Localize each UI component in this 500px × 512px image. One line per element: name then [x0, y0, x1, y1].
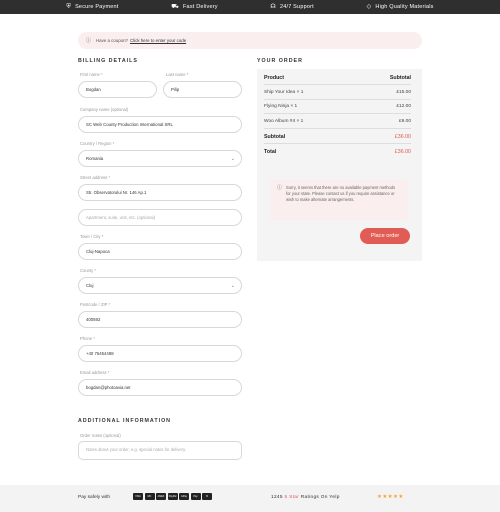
company-field[interactable]: SC Web County Production International S…	[78, 116, 242, 133]
item-name: Ship Your Idea × 1	[264, 90, 304, 95]
city-field[interactable]: Cluj-Napoca	[78, 243, 242, 260]
ratings-text: 1245 5 Star Ratings On Yelp	[271, 495, 340, 500]
divider	[264, 84, 411, 85]
coupon-link[interactable]: Click here to enter your code	[130, 38, 186, 43]
feature-secure-payment: ⛨ Secure Payment	[66, 4, 118, 10]
feature-label: High Quality Materials	[375, 4, 434, 10]
feature-fast-delivery: ⛟ Fast Delivery	[171, 4, 217, 10]
feature-label: Secure Payment	[75, 4, 119, 10]
gpay-icon: GPay	[179, 493, 189, 500]
your-order-title: YOUR ORDER	[257, 58, 303, 64]
item-name: Flying Ninja × 1	[264, 104, 298, 109]
pay-safely-text: Pay safely with	[78, 495, 110, 500]
first-name-field[interactable]: Bogdan	[78, 81, 157, 98]
city-label: Town / City *	[80, 234, 104, 239]
coupon-text: Have a coupon?	[96, 38, 128, 43]
info-icon: ⓘ	[86, 38, 92, 44]
country-value: Romania	[86, 156, 104, 161]
top-features-bar: ⛨ Secure Payment ⛟ Fast Delivery ☊ 24/7 …	[0, 0, 500, 14]
col-subtotal: Subtotal	[389, 75, 411, 81]
footer: Pay safely with VISA MC AMEX PayPal GPay…	[0, 485, 500, 512]
subtotal-value: £36.00	[394, 134, 411, 140]
email-field[interactable]: bogdan@photoavia.net	[78, 379, 242, 396]
order-item: Ship Your Idea × 1 £15.00	[264, 90, 411, 95]
place-order-button[interactable]: Place order	[360, 228, 410, 244]
visa-icon: VISA	[133, 493, 143, 500]
total-row: Total £36.00	[264, 149, 411, 155]
last-name-field[interactable]: Pilip	[163, 81, 242, 98]
feature-label: 24/7 Support	[279, 4, 314, 10]
county-label: County *	[80, 268, 97, 273]
payment-notice-text: Sorry, it seems that there are no availa…	[286, 185, 396, 203]
feature-label: Fast Delivery	[183, 4, 218, 10]
item-price: £9.00	[398, 119, 411, 124]
subtotal-row: Subtotal £36.00	[264, 134, 411, 140]
item-price: £15.00	[396, 90, 411, 95]
order-notes-label: Order notes (optional)	[80, 433, 121, 438]
county-select[interactable]: Cluj ⌄	[78, 277, 242, 294]
phone-label: Phone *	[80, 336, 95, 341]
truck-icon: ⛟	[171, 4, 179, 10]
chevron-down-icon: ⌄	[230, 283, 235, 289]
item-price: £12.00	[396, 104, 411, 109]
feature-quality: ◇ High Quality Materials	[367, 4, 434, 10]
item-name: Woo Album #4 × 1	[264, 119, 304, 124]
order-table-header: Product Subtotal	[264, 75, 411, 81]
col-product: Product	[264, 75, 285, 81]
headset-icon: ☊	[270, 4, 276, 10]
email-label: Email address *	[80, 370, 110, 375]
mastercard-icon: MC	[144, 493, 155, 500]
order-notes-textarea[interactable]: Notes about your order, e.g. special not…	[78, 441, 242, 460]
coupon-notice: ⓘ Have a coupon? Click here to enter you…	[78, 32, 422, 49]
total-label: Total	[264, 149, 277, 155]
county-value: Cluj	[86, 283, 94, 288]
street-field[interactable]: Str. Observatorului Nr. 146 Ap.1	[78, 184, 242, 201]
divider	[264, 143, 411, 144]
postcode-label: Postcode / ZIP *	[80, 302, 111, 307]
phone-field[interactable]: +40 76454488	[78, 345, 242, 362]
divider	[264, 99, 411, 100]
rating-stars-icon: ★★★★★	[377, 494, 404, 500]
street-line2-field[interactable]: Apartment, suite, unit, etc. (optional)	[78, 209, 242, 226]
amex-icon: AMEX	[156, 493, 166, 500]
divider	[264, 113, 411, 114]
info-icon: ⓘ	[277, 185, 283, 191]
additional-info-title: ADDITIONAL INFORMATION	[78, 418, 172, 424]
shield-icon: ⛨	[66, 4, 72, 10]
last-name-label: Last name *	[166, 72, 189, 77]
street-label: Street address *	[80, 175, 111, 180]
billing-title: BILLING DETAILS	[78, 58, 138, 64]
chevron-down-icon: ⌄	[230, 156, 235, 162]
subtotal-label: Subtotal	[264, 134, 286, 140]
payment-cards: VISA MC AMEX PayPal GPay Pay B	[133, 493, 212, 500]
applepay-icon: Pay	[190, 493, 201, 500]
order-item: Woo Album #4 × 1 £9.00	[264, 119, 411, 124]
diamond-icon: ◇	[366, 4, 372, 10]
payment-notice: ⓘ Sorry, it seems that there are no avai…	[270, 180, 408, 220]
first-name-label: First name *	[80, 72, 103, 77]
country-select[interactable]: Romania ⌄	[78, 150, 242, 167]
company-label: Company name (optional)	[80, 107, 129, 112]
postcode-field[interactable]: 400592	[78, 311, 242, 328]
divider	[264, 128, 411, 129]
order-item: Flying Ninja × 1 £12.00	[264, 104, 411, 109]
bitcoin-icon: B	[202, 493, 212, 500]
country-label: Country / Region *	[80, 141, 115, 146]
total-value: £36.00	[394, 149, 411, 155]
feature-support: ☊ 24/7 Support	[270, 4, 313, 10]
paypal-icon: PayPal	[167, 493, 178, 500]
